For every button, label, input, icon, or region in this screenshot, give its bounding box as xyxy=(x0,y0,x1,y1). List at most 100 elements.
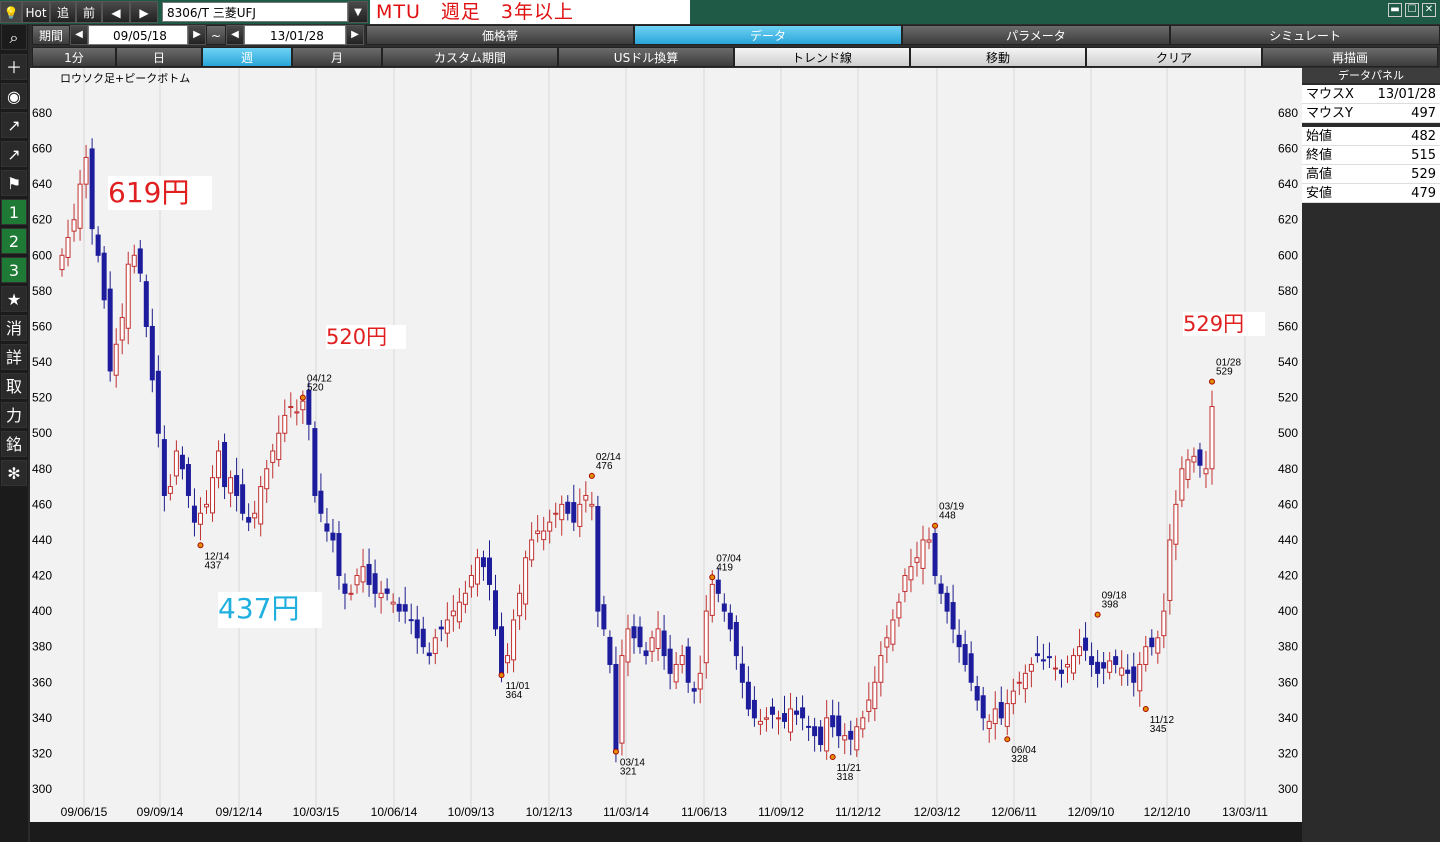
crosshair-icon[interactable]: ＋ xyxy=(1,54,27,80)
arrow-left-icon[interactable]: ◀ xyxy=(102,1,130,23)
y-tick-label-left: 440 xyxy=(32,533,52,547)
y-tick-label-left: 460 xyxy=(32,497,52,511)
erase-button[interactable]: 消 xyxy=(1,315,27,341)
data-panel-key: 高値 xyxy=(1306,167,1333,182)
candle-body xyxy=(643,650,649,657)
bulb-icon[interactable]: 💡 xyxy=(0,1,22,23)
period-to-input[interactable]: 13/01/28 xyxy=(244,25,346,45)
candle-body xyxy=(228,477,234,494)
candle-body xyxy=(1179,468,1185,501)
tab-daily[interactable]: 日 xyxy=(116,47,202,67)
maximize-icon[interactable]: ☐ xyxy=(1405,3,1419,17)
period-from-input[interactable]: 09/05/18 xyxy=(88,25,188,45)
input-button[interactable]: 力 xyxy=(1,402,27,428)
flag-icon[interactable]: ⚑ xyxy=(1,170,27,196)
candle-body xyxy=(294,411,300,414)
tab-1min[interactable]: 1分 xyxy=(32,47,116,67)
slot-2-button[interactable]: 2 xyxy=(1,228,27,254)
tab-price-range[interactable]: 価格帯 xyxy=(366,25,634,45)
data-panel-key: マウスX xyxy=(1306,87,1354,102)
from-prev-icon[interactable]: ◀ xyxy=(70,25,88,45)
y-tick-label-right: 480 xyxy=(1278,462,1298,476)
candle-body xyxy=(408,619,414,622)
line-chart-icon[interactable]: ↗ xyxy=(1,112,27,138)
arrow-right-icon[interactable]: ▶ xyxy=(130,1,158,23)
to-prev-icon[interactable]: ◀ xyxy=(226,25,244,45)
prev-button[interactable]: 前 xyxy=(76,1,102,23)
slot-1-button[interactable]: 1 xyxy=(1,199,27,225)
symbol-input[interactable]: 8306/T 三菱UFJ xyxy=(162,2,348,22)
candle-body xyxy=(258,486,264,525)
slot-3-button[interactable]: 3 xyxy=(1,257,27,283)
candle-body xyxy=(1113,656,1119,665)
sidebar: ⌕ ＋ ◉ ↗ ↗ ⚑ 1 2 3 ★ 消詳取力銘 ✻ xyxy=(0,24,28,842)
candle-body xyxy=(541,530,547,541)
candle-body xyxy=(1203,468,1209,475)
from-next-icon[interactable]: ▶ xyxy=(188,25,206,45)
period-tilde: ~ xyxy=(206,25,226,45)
tab-trendline[interactable]: トレンド線 xyxy=(734,47,910,67)
data-panel-row: マウスX 13/01/28 xyxy=(1302,85,1440,104)
y-tick-label-left: 540 xyxy=(32,355,52,369)
chevron-down-icon[interactable]: ▼ xyxy=(348,1,368,23)
tab-data[interactable]: データ xyxy=(634,25,902,45)
candle-body xyxy=(131,254,137,267)
candle-body xyxy=(565,501,571,514)
search-icon[interactable]: ⌕ xyxy=(1,24,27,50)
tab-custom-period[interactable]: カスタム期間 xyxy=(382,47,558,67)
candle-body xyxy=(1185,459,1191,480)
candle-body xyxy=(782,713,788,722)
peak-marker xyxy=(1209,378,1215,385)
next-button[interactable]: 追 xyxy=(50,1,76,23)
detail-button[interactable]: 詳 xyxy=(1,344,27,370)
candle-body xyxy=(300,400,306,411)
candle-body xyxy=(631,626,637,639)
candle-body xyxy=(938,583,944,594)
y-tick-label-left: 580 xyxy=(32,284,52,298)
tab-monthly[interactable]: 月 xyxy=(292,47,382,67)
candle-body xyxy=(956,634,962,648)
tab-clear[interactable]: クリア xyxy=(1086,47,1262,67)
star-icon[interactable]: ★ xyxy=(1,286,27,312)
peak-marker xyxy=(1004,736,1011,743)
candle-body xyxy=(709,583,715,616)
tab-redraw[interactable]: 再描画 xyxy=(1262,47,1438,67)
tab-move[interactable]: 移動 xyxy=(910,47,1086,67)
indicator-icon[interactable]: ↗ xyxy=(1,141,27,167)
camera-icon[interactable]: ◉ xyxy=(1,83,27,109)
fetch-button[interactable]: 取 xyxy=(1,373,27,399)
tab-weekly[interactable]: 週 xyxy=(202,47,292,67)
tab-usd[interactable]: USドル換算 xyxy=(558,47,734,67)
candle-body xyxy=(962,644,968,665)
minimize-icon[interactable]: ▬ xyxy=(1388,3,1402,17)
candle-body xyxy=(125,263,131,329)
candle-body xyxy=(59,254,65,271)
candle-body xyxy=(1010,690,1016,705)
candle-body xyxy=(1101,662,1107,669)
candle-body xyxy=(625,628,631,663)
to-next-icon[interactable]: ▶ xyxy=(346,25,364,45)
tab-simulate[interactable]: シミュレート xyxy=(1170,25,1440,45)
candle-body xyxy=(884,637,890,648)
settings-icon[interactable]: ✻ xyxy=(1,460,27,486)
tab-parameters[interactable]: パラメータ xyxy=(902,25,1170,45)
chart-area[interactable]: 680 680 660 660 640 640 620 620 600 600 580 580 560 5… xyxy=(30,68,1302,822)
y-tick-label-right: 600 xyxy=(1278,248,1298,262)
candle-body xyxy=(697,672,703,690)
close-icon[interactable]: ✕ xyxy=(1422,3,1436,17)
candle-body xyxy=(306,390,312,425)
candlestick-chart[interactable]: 680 680 660 660 640 640 620 620 600 600 580 580 560 5… xyxy=(30,68,1302,822)
candle-body xyxy=(420,628,426,648)
candle-body xyxy=(197,512,203,525)
candle-body xyxy=(944,592,950,612)
peak-value-label: 476 xyxy=(596,461,613,472)
candle-body xyxy=(794,710,800,715)
candle-body xyxy=(529,539,535,561)
candle-body xyxy=(1052,667,1058,670)
candle-body xyxy=(1034,653,1040,657)
y-tick-label-right: 520 xyxy=(1278,391,1298,405)
stock-button[interactable]: 銘 xyxy=(1,431,27,457)
hot-button[interactable]: Hot xyxy=(22,1,50,23)
candle-body xyxy=(65,237,71,258)
candle-body xyxy=(601,604,607,630)
